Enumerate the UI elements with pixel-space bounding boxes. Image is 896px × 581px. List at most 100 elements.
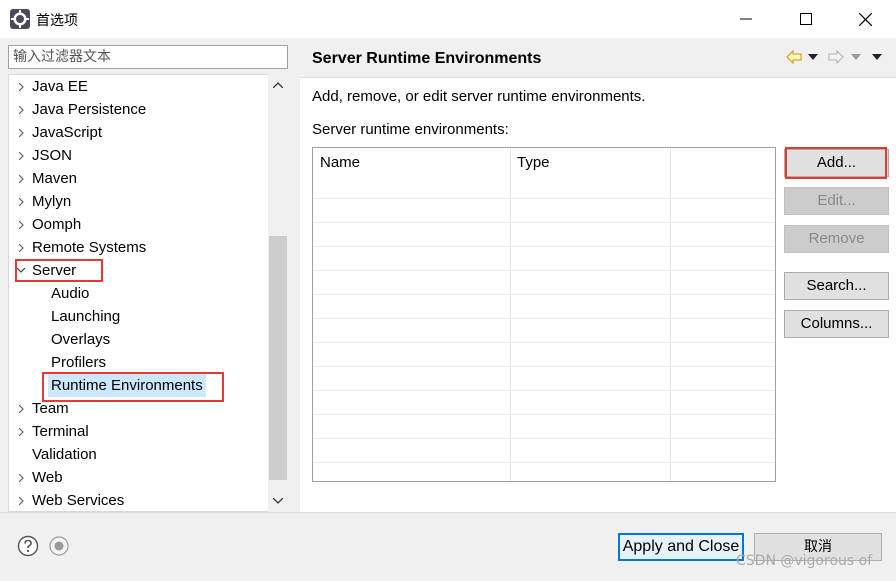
chevron-up-icon (273, 82, 283, 88)
tree-item-label: Java Persistence (32, 101, 147, 118)
table-row-divider (313, 342, 775, 343)
tree-item[interactable]: Overlays (9, 328, 269, 351)
close-button[interactable] (845, 6, 885, 32)
minimize-button[interactable] (726, 6, 766, 32)
header-divider (300, 77, 896, 78)
window-title: 首选项 (36, 13, 78, 29)
tree-item-label: JavaScript (32, 124, 103, 141)
eclipse-app-icon (10, 9, 30, 29)
tree-item-label: Oomph (32, 216, 82, 233)
chevron-right-icon[interactable] (15, 121, 27, 144)
tree-item[interactable]: Mylyn (9, 190, 269, 213)
tree-item[interactable]: Validation (9, 443, 269, 466)
maximize-icon (800, 13, 812, 25)
menu-arrow-icon (872, 54, 882, 60)
chevron-right-icon[interactable] (15, 75, 27, 98)
close-icon (858, 12, 872, 26)
view-menu[interactable] (872, 48, 882, 66)
tree-item-label: JSON (32, 147, 73, 164)
tree-item-label: Validation (32, 446, 97, 463)
forward-arrow-icon (828, 50, 844, 64)
environments-table[interactable]: Name Type (312, 147, 776, 482)
tree-item-label: Mylyn (32, 193, 72, 210)
forward-nav[interactable] (828, 48, 844, 66)
column-header-type[interactable]: Type (510, 148, 670, 198)
chevron-right-icon[interactable] (15, 397, 27, 420)
chevron-right-icon[interactable] (15, 236, 27, 259)
chevron-right-icon[interactable] (15, 213, 27, 236)
chevron-right-icon[interactable] (15, 98, 27, 121)
watermark-text: CSDN @vigorous of (736, 553, 873, 569)
tree-item[interactable]: JSON (9, 144, 269, 167)
back-arrow-icon (786, 50, 802, 64)
page-description: Add, remove, or edit server runtime envi… (312, 88, 646, 105)
tree-item[interactable]: JavaScript (9, 121, 269, 144)
page-title: Server Runtime Environments (312, 50, 542, 67)
scroll-down-button[interactable] (268, 492, 288, 510)
chevron-right-icon[interactable] (15, 167, 27, 190)
chevron-right-icon[interactable] (15, 190, 27, 213)
dropdown-arrow-icon (851, 54, 861, 60)
apply-and-close-button[interactable]: Apply and Close (618, 533, 744, 561)
back-dropdown[interactable] (808, 48, 818, 66)
table-row-divider (313, 366, 775, 367)
table-row-divider (313, 270, 775, 271)
tree-item[interactable]: Launching (9, 305, 269, 328)
chevron-right-icon[interactable] (15, 144, 27, 167)
edit-button[interactable]: Edit... (784, 187, 889, 215)
highlight-server (15, 259, 103, 282)
search-button[interactable]: Search... (784, 272, 889, 300)
tree-item[interactable]: Profilers (9, 351, 269, 374)
help-icon[interactable] (17, 535, 39, 557)
tree-item[interactable]: Audio (9, 282, 269, 305)
tree-item-label: Launching (51, 308, 121, 325)
maximize-button[interactable] (786, 6, 826, 32)
tree-item[interactable]: Oomph (9, 213, 269, 236)
remove-button[interactable]: Remove (784, 225, 889, 253)
filter-input[interactable] (8, 45, 288, 69)
tree-scroll-thumb[interactable] (269, 236, 287, 480)
tree-item-label: Profilers (51, 354, 107, 371)
footer-divider (0, 512, 896, 513)
tree-item-label: Web (32, 469, 63, 486)
columns-button[interactable]: Columns... (784, 310, 889, 338)
highlight-runtime-environments (42, 372, 224, 402)
record-macro-icon[interactable] (48, 535, 70, 557)
dropdown-arrow-icon (808, 54, 818, 60)
column-header-name[interactable]: Name (313, 148, 510, 198)
table-row-divider (313, 198, 775, 199)
table-row-divider (313, 246, 775, 247)
tree-item-label: Audio (51, 285, 90, 302)
tree-item[interactable]: Maven (9, 167, 269, 190)
tree-item[interactable]: Web Services (9, 489, 269, 511)
table-row-divider (313, 390, 775, 391)
chevron-down-icon (273, 498, 283, 504)
environments-label: Server runtime environments: (312, 121, 509, 138)
forward-dropdown[interactable] (851, 48, 861, 66)
tree-item-label: Web Services (32, 492, 125, 509)
table-row-divider (313, 438, 775, 439)
tree-item[interactable]: Remote Systems (9, 236, 269, 259)
table-row-divider (313, 414, 775, 415)
chevron-right-icon[interactable] (15, 466, 27, 489)
highlight-add-button (785, 147, 887, 179)
tree-item-label: Overlays (51, 331, 111, 348)
table-row-divider (313, 462, 775, 463)
tree-item-label: Remote Systems (32, 239, 147, 256)
scroll-up-button[interactable] (268, 76, 288, 94)
back-nav[interactable] (786, 48, 802, 66)
tree-item-label: Java EE (32, 78, 88, 95)
tree-item[interactable]: Java Persistence (9, 98, 269, 121)
tree-item[interactable]: Web (9, 466, 269, 489)
tree-item[interactable]: Java EE (9, 75, 269, 98)
tree-item-label: Terminal (32, 423, 89, 440)
chevron-right-icon[interactable] (15, 489, 27, 511)
chevron-right-icon[interactable] (15, 420, 27, 443)
preference-tree[interactable]: Java EE Java Persistence JavaScript JSON Mav… (8, 74, 288, 512)
tree-item[interactable]: Terminal (9, 420, 269, 443)
table-row-divider (313, 318, 775, 319)
minimize-icon (740, 18, 752, 20)
tree-item-label: Maven (32, 170, 78, 187)
table-row-divider (313, 294, 775, 295)
table-row-divider (313, 222, 775, 223)
